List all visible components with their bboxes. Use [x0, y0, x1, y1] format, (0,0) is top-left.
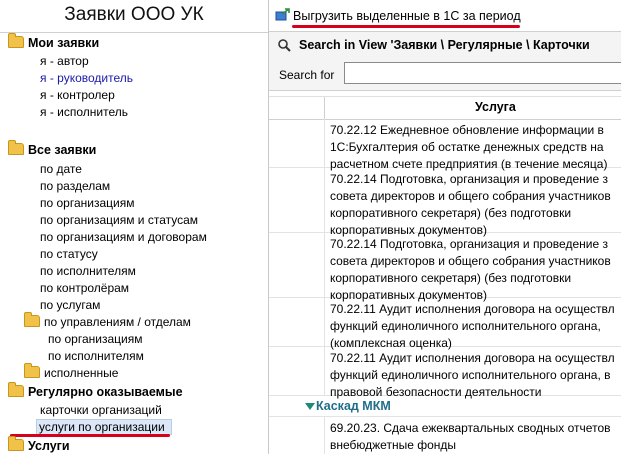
nav-by-executors[interactable]: по исполнителям: [40, 264, 136, 278]
search-header: Search in View 'Заявки \ Регулярные \ Ка…: [269, 32, 621, 60]
folder-my-requests[interactable]: Мои заявки: [8, 33, 99, 50]
search-title: Search in View 'Заявки \ Регулярные \ Ка…: [299, 38, 590, 52]
table-row[interactable]: 70.22.11 Аудит исполнения договора на ос…: [269, 298, 621, 350]
nav-org-cards[interactable]: карточки организаций: [40, 403, 162, 417]
nav-dept-by-organizations[interactable]: по организациям: [48, 332, 142, 346]
export-to-1c-button[interactable]: Выгрузить выделенные в 1С за период: [293, 9, 521, 23]
search-label: Search for: [279, 68, 335, 82]
nav-services-by-org[interactable]: услуги по организации: [36, 419, 172, 435]
column-header-service[interactable]: Услуга: [269, 96, 621, 120]
folder-all-requests[interactable]: Все заявки: [8, 140, 96, 157]
nav-by-sections[interactable]: по разделам: [40, 179, 110, 193]
search-row: Search for: [269, 60, 621, 91]
nav-me-executor[interactable]: я - исполнитель: [40, 105, 128, 119]
export-icon: [275, 8, 290, 21]
nav-by-services[interactable]: по услугам: [40, 298, 100, 312]
nav-by-organizations[interactable]: по организациям: [40, 196, 134, 210]
highlight-underline: [292, 25, 520, 28]
expand-triangle-icon[interactable]: [305, 403, 315, 410]
folder-open-icon: [24, 312, 40, 327]
nav-dept-by-executors[interactable]: по исполнителям: [48, 349, 144, 363]
nav-me-manager[interactable]: я - руководитель: [40, 71, 133, 85]
app-title: Заявки ООО УК: [0, 0, 268, 33]
table-row[interactable]: 70.22.11 Аудит исполнения договора на ос…: [269, 347, 621, 399]
main-panel: Выгрузить выделенные в 1С за период Sear…: [269, 0, 621, 454]
nav-me-controller[interactable]: я - контролер: [40, 88, 115, 102]
folder-regular[interactable]: Регулярно оказываемые: [8, 382, 183, 399]
column-gutter: [269, 97, 325, 119]
folder-icon: [24, 363, 40, 378]
table-row[interactable]: 70.22.14 Подготовка, организация и прове…: [269, 168, 621, 237]
folder-by-departments[interactable]: по управлениям / отделам: [24, 312, 191, 329]
search-icon: [278, 39, 291, 52]
nav-by-status[interactable]: по статусу: [40, 247, 98, 261]
folder-open-icon: [8, 33, 24, 48]
nav-by-controllers[interactable]: по контролёрам: [40, 281, 129, 295]
highlight-underline: [10, 434, 170, 437]
group-row[interactable]: Каскад МКМ: [269, 397, 621, 417]
sidebar: Заявки ООО УК Мои заявки я - автор я - р…: [0, 0, 269, 454]
nav-me-author[interactable]: я - автор: [40, 54, 89, 68]
nav-by-date[interactable]: по дате: [40, 162, 82, 176]
folder-services[interactable]: Услуги: [8, 436, 70, 453]
table-row[interactable]: 70.22.14 Подготовка, организация и прове…: [269, 233, 621, 302]
toolbar: Выгрузить выделенные в 1С за период: [269, 0, 621, 32]
folder-completed[interactable]: исполненные: [24, 363, 118, 380]
folder-open-icon: [8, 140, 24, 155]
folder-open-icon: [8, 382, 24, 397]
search-input[interactable]: [344, 62, 621, 84]
nav-by-org-contracts[interactable]: по организациям и договорам: [40, 230, 207, 244]
table-row[interactable]: 70.22.12 Ежедневное обновление информаци…: [269, 119, 621, 171]
nav-by-org-status[interactable]: по организациям и статусам: [40, 213, 198, 227]
table-row[interactable]: 69.20.23. Сдача ежеквартальных сводных о…: [269, 417, 621, 454]
folder-open-icon: [8, 436, 24, 451]
